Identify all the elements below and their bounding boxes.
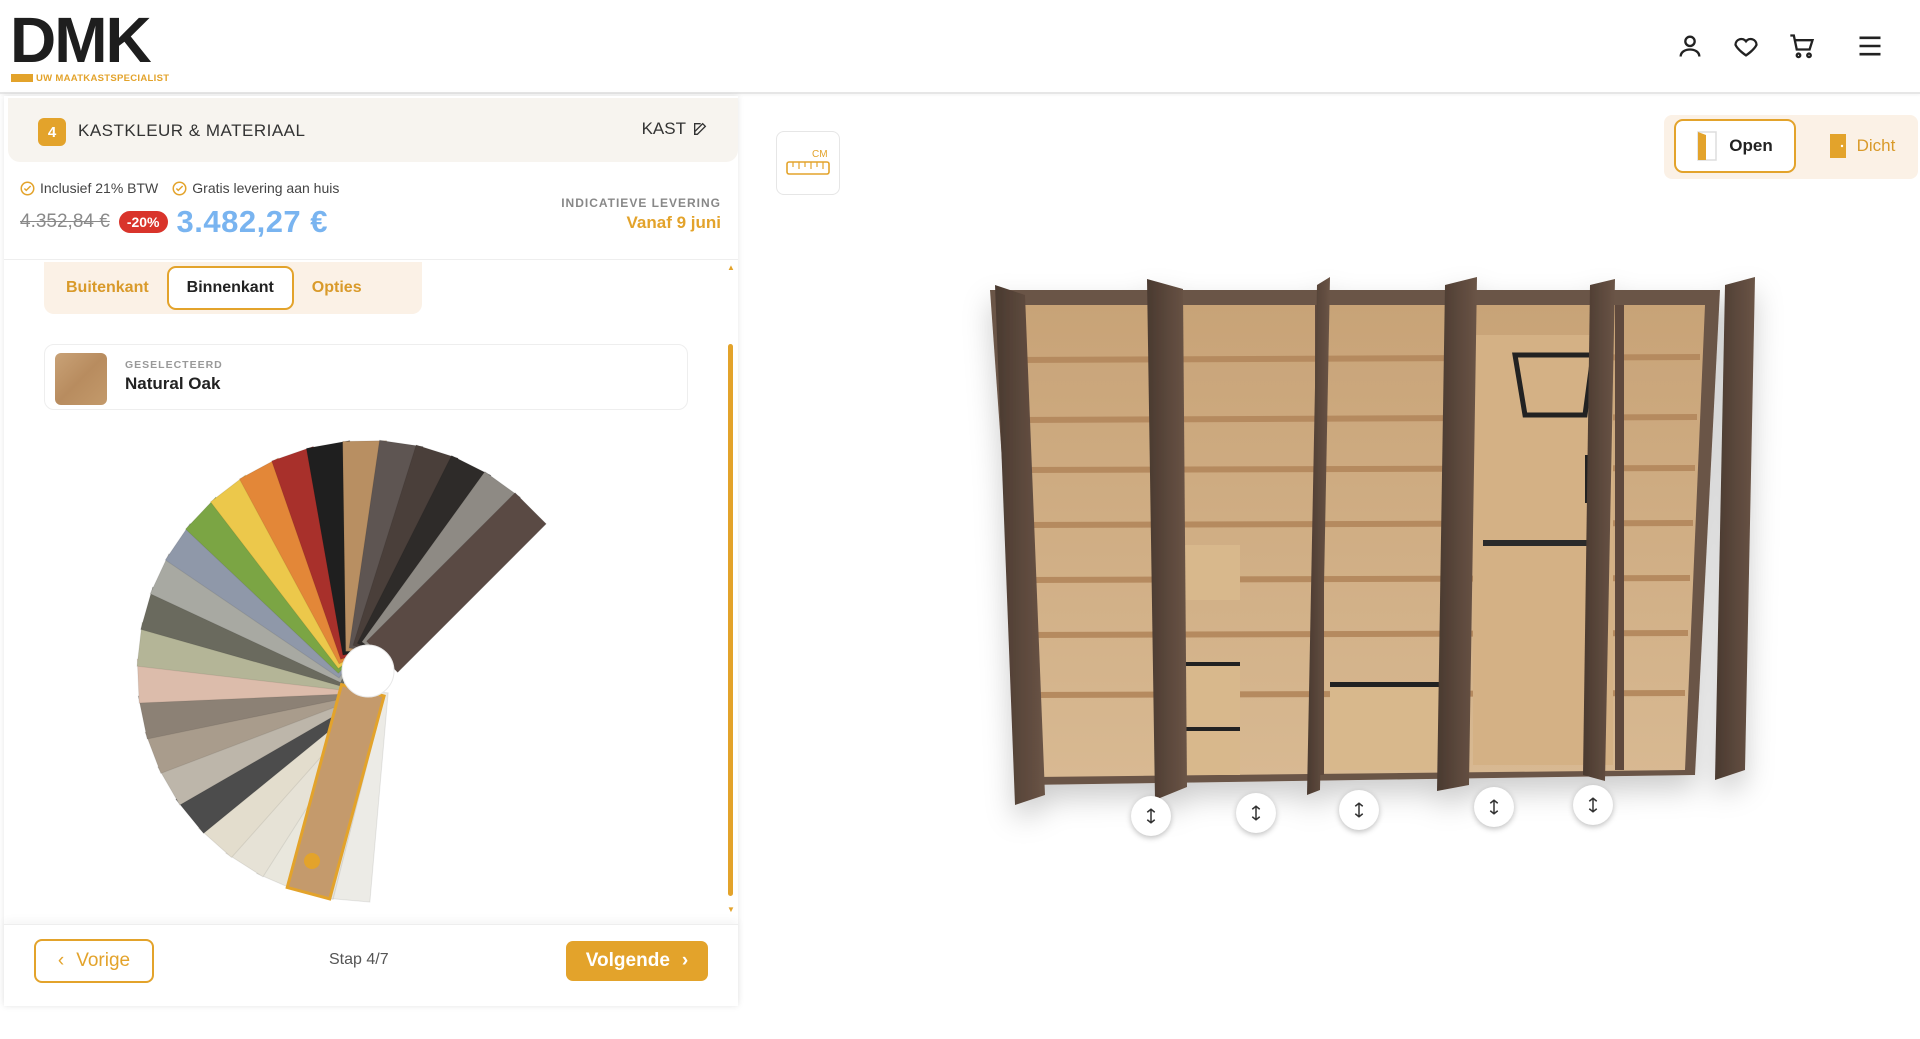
free-delivery-label: Gratis levering aan huis	[192, 180, 340, 196]
door-toggle-4[interactable]	[1474, 787, 1514, 827]
doors-open-button[interactable]: Open	[1674, 119, 1796, 173]
color-swatch-fan[interactable]	[122, 431, 622, 931]
step-counter: Stap 4/7	[329, 951, 389, 968]
delivery-date: Vanaf 9 juni	[626, 213, 721, 232]
selected-marker-icon	[304, 853, 320, 869]
edit-cabinet-button[interactable]: KAST	[642, 119, 708, 139]
swap-vertical-icon	[1146, 808, 1156, 824]
user-icon[interactable]	[1662, 26, 1718, 66]
scroll-down-arrow[interactable]: ▼	[727, 906, 735, 914]
current-price: 3.482,27 €	[176, 204, 329, 239]
chevron-right-icon: ›	[681, 950, 689, 971]
measure-toggle-button[interactable]: CM	[776, 131, 840, 195]
open-door-icon	[1697, 131, 1718, 161]
edit-cabinet-label: KAST	[641, 119, 686, 138]
free-delivery-badge: Gratis levering aan huis	[172, 180, 339, 196]
measure-unit-label: CM	[812, 149, 828, 160]
tab-buitenkant[interactable]: Buitenkant	[48, 266, 167, 310]
doors-closed-button[interactable]: Dicht	[1814, 119, 1910, 173]
cart-icon[interactable]	[1774, 26, 1830, 66]
ruler-icon: CM	[786, 149, 830, 175]
swap-vertical-icon	[1588, 797, 1598, 813]
step-title: KASTKLEUR & MATERIAAL	[78, 121, 306, 140]
check-circle-icon	[172, 181, 187, 195]
swap-vertical-icon	[1354, 802, 1364, 818]
door-toggle-5[interactable]	[1573, 785, 1613, 825]
edit-icon	[694, 122, 707, 135]
header-actions	[1662, 26, 1898, 66]
divider	[4, 259, 738, 260]
selected-material-card: GESELECTEERD Natural Oak	[44, 344, 688, 410]
price-row: 4.352,84 € -20% 3.482,27 €	[20, 204, 328, 240]
previous-button[interactable]: ‹ Vorige	[34, 939, 154, 983]
closed-door-icon	[1829, 134, 1846, 158]
previous-label: Vorige	[76, 950, 131, 971]
selected-label: GESELECTEERD	[125, 359, 223, 371]
site-header: DMK UW MAATKASTSPECIALIST	[0, 0, 1920, 94]
step-header: 4 KASTKLEUR & MATERIAAL KAST	[8, 98, 738, 162]
vat-label: Inclusief 21% BTW	[40, 180, 159, 196]
scroll-thumb[interactable]	[728, 344, 733, 896]
next-label: Volgende	[585, 950, 670, 971]
step-navigation: ‹ Vorige Stap 4/7 Volgende ›	[4, 924, 738, 1006]
price-badges: Inclusief 21% BTW Gratis levering aan hu…	[20, 180, 339, 196]
tab-opties[interactable]: Opties	[294, 266, 380, 310]
delivery-label: INDICATIEVE LEVERING	[561, 196, 721, 210]
next-button[interactable]: Volgende ›	[566, 941, 708, 981]
menu-icon[interactable]	[1842, 26, 1898, 66]
door-toggle-3[interactable]	[1339, 790, 1379, 830]
wardrobe-3d-preview[interactable]	[925, 265, 1795, 865]
configurator-panel: 4 KASTKLEUR & MATERIAAL KAST Inclusief 2…	[4, 96, 738, 1006]
scroll-up-arrow[interactable]: ▲	[727, 264, 735, 272]
door-state-toggle: Open Dicht	[1664, 115, 1918, 179]
logo[interactable]: DMK UW MAATKASTSPECIALIST	[10, 4, 190, 84]
step-number-badge: 4	[38, 118, 66, 146]
logo-accent-bar	[11, 74, 33, 82]
old-price: 4.352,84 €	[20, 211, 110, 232]
door-toggle-2[interactable]	[1236, 793, 1276, 833]
check-circle-icon	[20, 181, 35, 195]
vat-badge: Inclusief 21% BTW	[20, 180, 158, 196]
swap-vertical-icon	[1489, 799, 1499, 815]
logo-text: DMK	[10, 4, 152, 76]
doors-open-label: Open	[1729, 136, 1773, 155]
selected-swatch-thumbnail	[55, 353, 107, 405]
panel-scrollbar[interactable]: ▲ ▼	[727, 264, 735, 914]
side-tabs: Buitenkant Binnenkant Opties	[44, 262, 422, 314]
heart-icon[interactable]	[1718, 26, 1774, 66]
doors-closed-label: Dicht	[1856, 136, 1896, 155]
swap-vertical-icon	[1251, 805, 1261, 821]
chevron-left-icon: ‹	[57, 950, 65, 971]
discount-badge: -20%	[118, 211, 168, 233]
door-toggle-1[interactable]	[1131, 796, 1171, 836]
selected-material-name: Natural Oak	[125, 374, 221, 393]
logo-tagline: UW MAATKASTSPECIALIST	[36, 73, 170, 84]
fan-hub	[341, 644, 395, 698]
tab-binnenkant[interactable]: Binnenkant	[166, 266, 294, 310]
